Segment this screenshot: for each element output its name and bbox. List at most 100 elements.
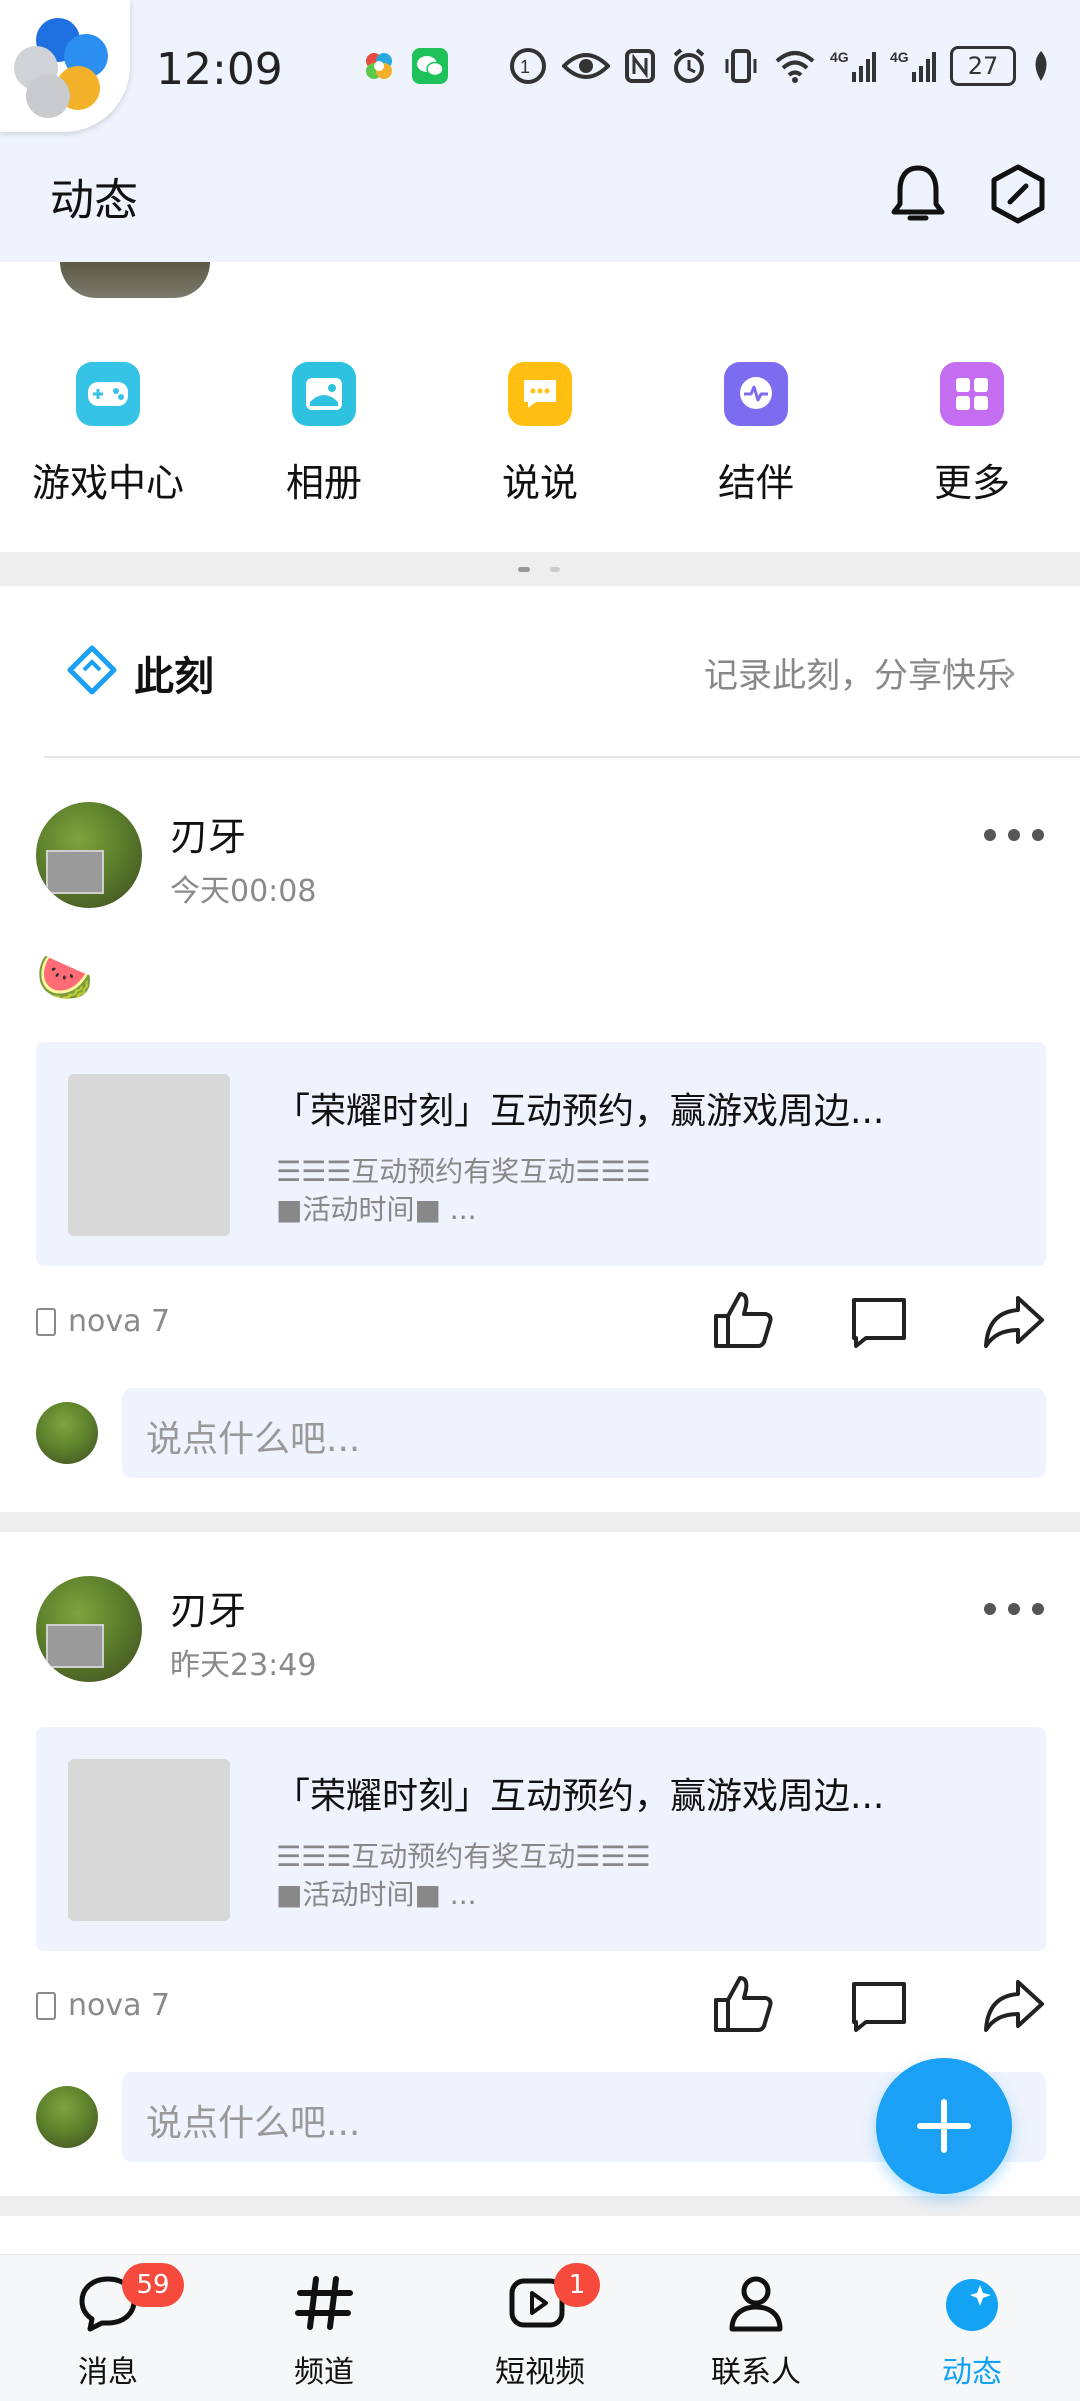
phone-icon [36,1307,56,1336]
status-icons: 1 4G 4G 27 [362,46,1052,86]
device-name: nova 7 [68,1988,171,2023]
battery-indicator: 27 [950,46,1016,86]
plus-icon [917,2099,971,2153]
unread-badge: 1 [554,2263,600,2307]
shortcut-more[interactable]: 更多 [892,362,1052,507]
moment-title: 此刻 [134,654,214,700]
shortcut-game-center[interactable]: 游戏中心 [28,362,188,507]
tab-label: 频道 [294,2355,354,2390]
like-icon[interactable] [712,1974,776,2034]
comment-input[interactable]: 说点什么吧... [122,1388,1046,1478]
like-icon[interactable] [712,1290,776,1350]
page-indicator [550,567,560,572]
tab-messages[interactable]: 59 消息 [0,2255,216,2401]
post-time: 昨天23:49 [170,1648,317,1683]
section-divider [0,552,1080,586]
comment-icon[interactable] [848,1294,910,1350]
tab-short-video[interactable]: 1 短视频 [432,2255,648,2401]
top-header: 12:09 1 4G 4G 27 动态 [0,0,1080,262]
shortcut-label: 游戏中心 [31,461,184,505]
device-info: nova 7 [36,1988,170,2023]
nfc-icon [625,49,655,83]
status-time: 12:09 [156,44,283,95]
phone-icon [36,1991,56,2020]
unread-badge: 59 [122,2263,184,2307]
colorful-app-icon [366,53,392,79]
card-description: ☰☰☰互动预约有奖互动☰☰☰ [276,1840,651,1873]
shortcut-album[interactable]: 相册 [244,362,404,507]
post-author[interactable]: 刃牙 [170,1580,246,1635]
grid-icon [940,362,1004,426]
create-post-button[interactable] [876,2058,1012,2194]
shortcut-shuoshuo[interactable]: 说说 [460,362,620,507]
link-thumbnail [68,1074,230,1236]
app-logo[interactable] [0,0,130,132]
shared-link-card[interactable]: 「荣耀时刻」互动预约，赢游戏周边... ☰☰☰互动预约有奖互动☰☰☰ ■活动时间… [36,1727,1046,1951]
tab-label: 联系人 [711,2355,801,2390]
card-description: ■活动时间■ ... [276,1878,477,1911]
post-author[interactable]: 刃牙 [170,806,246,861]
star-planet-icon [946,2279,998,2331]
post-separator [0,2196,1080,2216]
tab-label: 消息 [78,2355,138,2390]
bottom-tab-bar: 59 消息 频道 1 短视频 联系人 动态 [0,2254,1080,2401]
shortcut-label: 说说 [501,461,578,505]
shortcut-label: 相册 [285,461,362,505]
wechat-icon [412,48,448,84]
shortcut-companion[interactable]: 结伴 [676,362,836,507]
shortcut-label: 结伴 [717,461,794,505]
tab-feed[interactable]: 动态 [864,2255,1080,2401]
card-title: 「荣耀时刻」互动预约，赢游戏周边... [274,1091,885,1132]
person-icon [729,2276,783,2332]
pulse-chat-icon [724,362,788,426]
leaf-icon [1035,51,1047,81]
gamepad-icon [76,362,140,426]
link-thumbnail [68,1759,230,1921]
photo-icon [292,362,356,426]
svg-text:4G: 4G [830,49,849,65]
svg-text:1: 1 [520,57,530,77]
divider [44,756,1080,758]
tab-label: 短视频 [495,2355,585,2390]
tab-channels[interactable]: 频道 [216,2255,432,2401]
share-icon[interactable] [982,1292,1046,1350]
page-indicator-active [518,567,530,572]
chat-bubble-icon [508,362,572,426]
avatar[interactable] [36,802,142,908]
chevron-right-icon: › [1002,650,1018,694]
moment-icon [67,645,117,695]
more-options-icon[interactable] [984,825,1044,845]
vibrate-icon [725,49,757,83]
hexagon-icon[interactable] [988,162,1048,226]
post-time: 今天00:08 [170,874,317,909]
card-description: ■活动时间■ ... [276,1193,477,1226]
post-separator [0,1512,1080,1532]
bell-icon[interactable] [888,162,948,226]
comment-icon[interactable] [848,1978,910,2034]
alarm-icon [673,48,705,83]
profile-avatar-peek [60,262,210,298]
wifi-icon [775,51,815,83]
avatar[interactable] [36,1576,142,1682]
qq-logo-icon [14,18,108,118]
device-name: nova 7 [68,1304,171,1339]
signal-4g-icon: 4G [830,49,876,82]
device-info: nova 7 [36,1304,170,1339]
comment-placeholder: 说点什么吧... [146,2103,361,2144]
shortcut-label: 更多 [933,461,1010,505]
card-description: ☰☰☰互动预约有奖互动☰☰☰ [276,1155,651,1188]
comment-placeholder: 说点什么吧... [146,1419,361,1460]
shared-link-card[interactable]: 「荣耀时刻」互动预约，赢游戏周边... ☰☰☰互动预约有奖互动☰☰☰ ■活动时间… [36,1042,1046,1266]
share-icon[interactable] [982,1976,1046,2034]
eye-icon [562,53,610,79]
signal-4g-icon: 4G [890,49,936,82]
card-title: 「荣耀时刻」互动预约，赢游戏周边... [274,1776,885,1817]
page-title: 动态 [50,175,138,226]
tab-contacts[interactable]: 联系人 [648,2255,864,2401]
hashtag-icon [295,2276,353,2330]
tab-label: 动态 [942,2355,1002,2390]
post-emoji: 🍉 [36,950,94,1004]
more-options-icon[interactable] [984,1599,1044,1619]
hd-data-icon: 1 [510,48,546,84]
svg-text:4G: 4G [890,49,909,65]
